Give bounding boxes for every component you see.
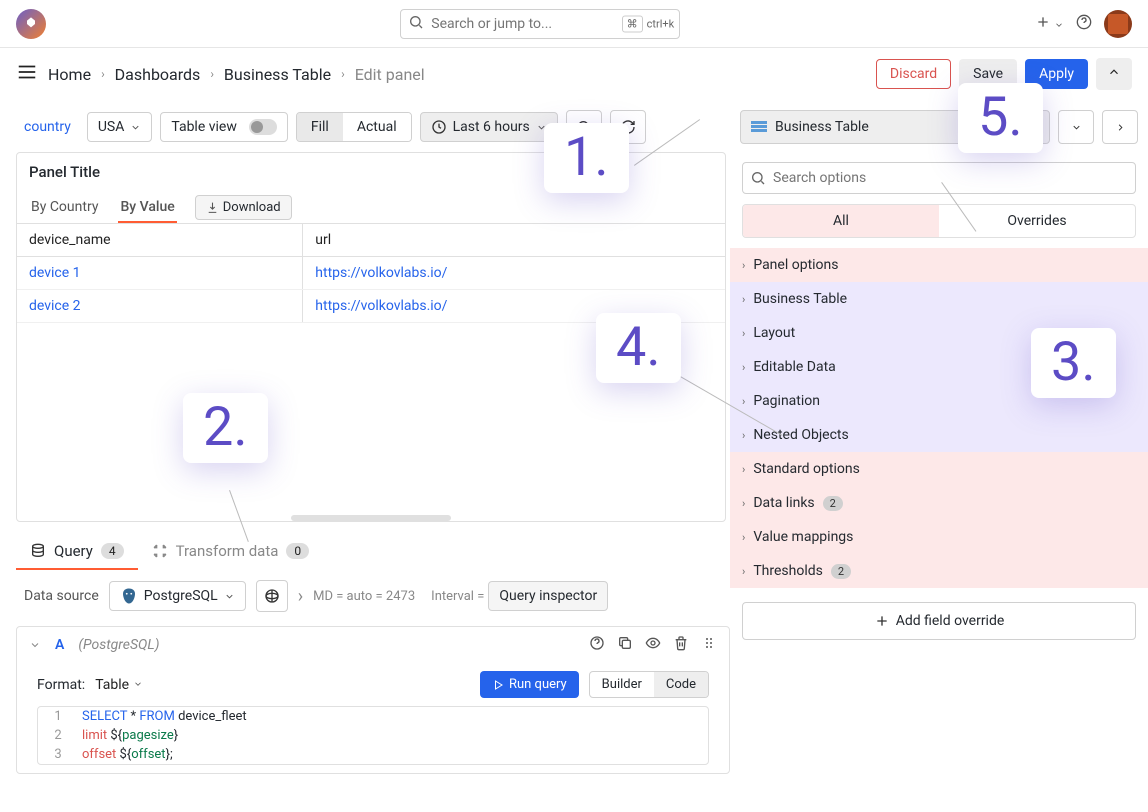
- format-select[interactable]: Table: [95, 677, 142, 693]
- tab-overrides[interactable]: Overrides: [939, 205, 1135, 237]
- left-pane: country USA Table view Fill Actual Last …: [0, 100, 730, 812]
- vis-chevron-button[interactable]: [1058, 110, 1094, 144]
- options-search: [730, 152, 1148, 204]
- fill-actual-segment[interactable]: Fill Actual: [296, 112, 412, 142]
- shortcut-hint: ⌘ ctrl+k: [622, 15, 675, 32]
- delete-query-icon[interactable]: [673, 635, 689, 655]
- run-query-button[interactable]: Run query: [480, 671, 579, 698]
- url-link[interactable]: https://volkovlabs.io/: [315, 298, 447, 314]
- add-menu[interactable]: [1035, 14, 1064, 34]
- grafana-logo[interactable]: [16, 9, 46, 39]
- chevron-right-icon: ›: [341, 67, 345, 81]
- global-search[interactable]: ⌘ ctrl+k: [400, 9, 680, 39]
- sql-editor[interactable]: 1SELECT * FROM device_fleet2limit ${page…: [37, 706, 709, 765]
- meta-md: MD = auto = 2473: [313, 589, 415, 604]
- breadcrumb-dashboards[interactable]: Dashboards: [115, 65, 201, 84]
- annotation-3: 3.: [1031, 328, 1116, 398]
- tab-by-value[interactable]: By Value: [118, 191, 176, 223]
- download-button[interactable]: Download: [195, 195, 292, 220]
- url-link[interactable]: https://volkovlabs.io/: [315, 265, 447, 281]
- seg-actual[interactable]: Actual: [343, 113, 411, 141]
- datasource-select[interactable]: PostgreSQL: [109, 581, 246, 611]
- data-table: device_name url device 1 https://volkovl…: [17, 224, 725, 323]
- user-avatar[interactable]: [1104, 10, 1132, 38]
- query-source-name: (PostgreSQL): [78, 637, 159, 653]
- datasource-settings-button[interactable]: [256, 580, 288, 612]
- variable-country-label[interactable]: country: [16, 113, 79, 141]
- tab-by-country[interactable]: By Country: [29, 191, 100, 223]
- toggle-query-icon[interactable]: [645, 635, 661, 655]
- breadcrumb-business-table[interactable]: Business Table: [224, 65, 331, 84]
- option-nested-objects[interactable]: ›Nested Objects: [730, 418, 1148, 452]
- query-inspector-button[interactable]: Query inspector: [488, 581, 608, 611]
- annotation-5: 5.: [958, 83, 1043, 153]
- option-business-table[interactable]: ›Business Table: [730, 282, 1148, 316]
- chevron-right-icon: ›: [101, 67, 105, 81]
- table-icon: [751, 121, 767, 133]
- datasource-label: Data source: [24, 588, 99, 604]
- option-panel-options[interactable]: ›Panel options: [730, 248, 1148, 282]
- collapse-button[interactable]: [1096, 58, 1132, 90]
- annotation-4: 4.: [596, 313, 681, 383]
- help-icon[interactable]: [1076, 14, 1092, 34]
- breadcrumb-edit-panel: Edit panel: [355, 65, 425, 84]
- seg-builder[interactable]: Builder: [590, 672, 654, 697]
- meta-interval-label: Interval =: [431, 589, 484, 604]
- transform-count-badge: 0: [286, 543, 309, 559]
- table-view-toggle[interactable]: Table view: [160, 112, 288, 142]
- query-help-icon[interactable]: [589, 635, 605, 655]
- time-range-picker[interactable]: Last 6 hours: [420, 112, 558, 142]
- option-thresholds[interactable]: ›Thresholds2: [730, 554, 1148, 588]
- horizontal-scrollbar[interactable]: [291, 515, 451, 521]
- query-a: A (PostgreSQL) Format: Table: [16, 626, 730, 774]
- device-link[interactable]: device 2: [29, 298, 81, 314]
- drag-handle-icon[interactable]: [701, 635, 717, 655]
- tab-transform[interactable]: Transform data 0: [138, 532, 324, 570]
- annotation-1: 1.: [544, 123, 629, 193]
- options-list: ›Panel options›Business Table›Layout›Edi…: [730, 248, 1148, 588]
- options-tabs: All Overrides: [742, 204, 1136, 238]
- table-row: device 1 https://volkovlabs.io/: [17, 257, 725, 290]
- duplicate-query-icon[interactable]: [617, 635, 633, 655]
- top-bar: ⌘ ctrl+k: [0, 0, 1148, 48]
- tab-query[interactable]: Query 4: [16, 532, 138, 570]
- discard-button[interactable]: Discard: [876, 59, 951, 89]
- option-value-mappings[interactable]: ›Value mappings: [730, 520, 1148, 554]
- options-search-input[interactable]: [742, 162, 1136, 194]
- col-url[interactable]: url: [303, 224, 725, 257]
- variable-country-value[interactable]: USA: [87, 112, 153, 142]
- option-data-links[interactable]: ›Data links2: [730, 486, 1148, 520]
- breadcrumb-home[interactable]: Home: [48, 65, 91, 84]
- chevron-right-icon: ›: [210, 67, 214, 81]
- seg-fill[interactable]: Fill: [297, 113, 343, 141]
- option-standard-options[interactable]: ›Standard options: [730, 452, 1148, 486]
- format-label: Format:: [37, 677, 85, 693]
- query-count-badge: 4: [101, 543, 124, 559]
- builder-code-segment[interactable]: Builder Code: [589, 671, 709, 698]
- col-device-name[interactable]: device_name: [17, 224, 303, 257]
- seg-code[interactable]: Code: [654, 672, 708, 697]
- query-letter: A: [55, 637, 64, 653]
- tab-all[interactable]: All: [743, 205, 939, 237]
- add-field-override-button[interactable]: Add field override: [742, 602, 1136, 640]
- vis-next-button[interactable]: [1102, 110, 1138, 144]
- device-link[interactable]: device 1: [29, 265, 81, 281]
- menu-icon[interactable]: [16, 61, 38, 87]
- annotation-2: 2.: [183, 393, 268, 463]
- search-icon: [408, 14, 424, 34]
- search-icon: [750, 170, 766, 190]
- options-pane: Business Table All Overrides ›Panel opti…: [730, 100, 1148, 812]
